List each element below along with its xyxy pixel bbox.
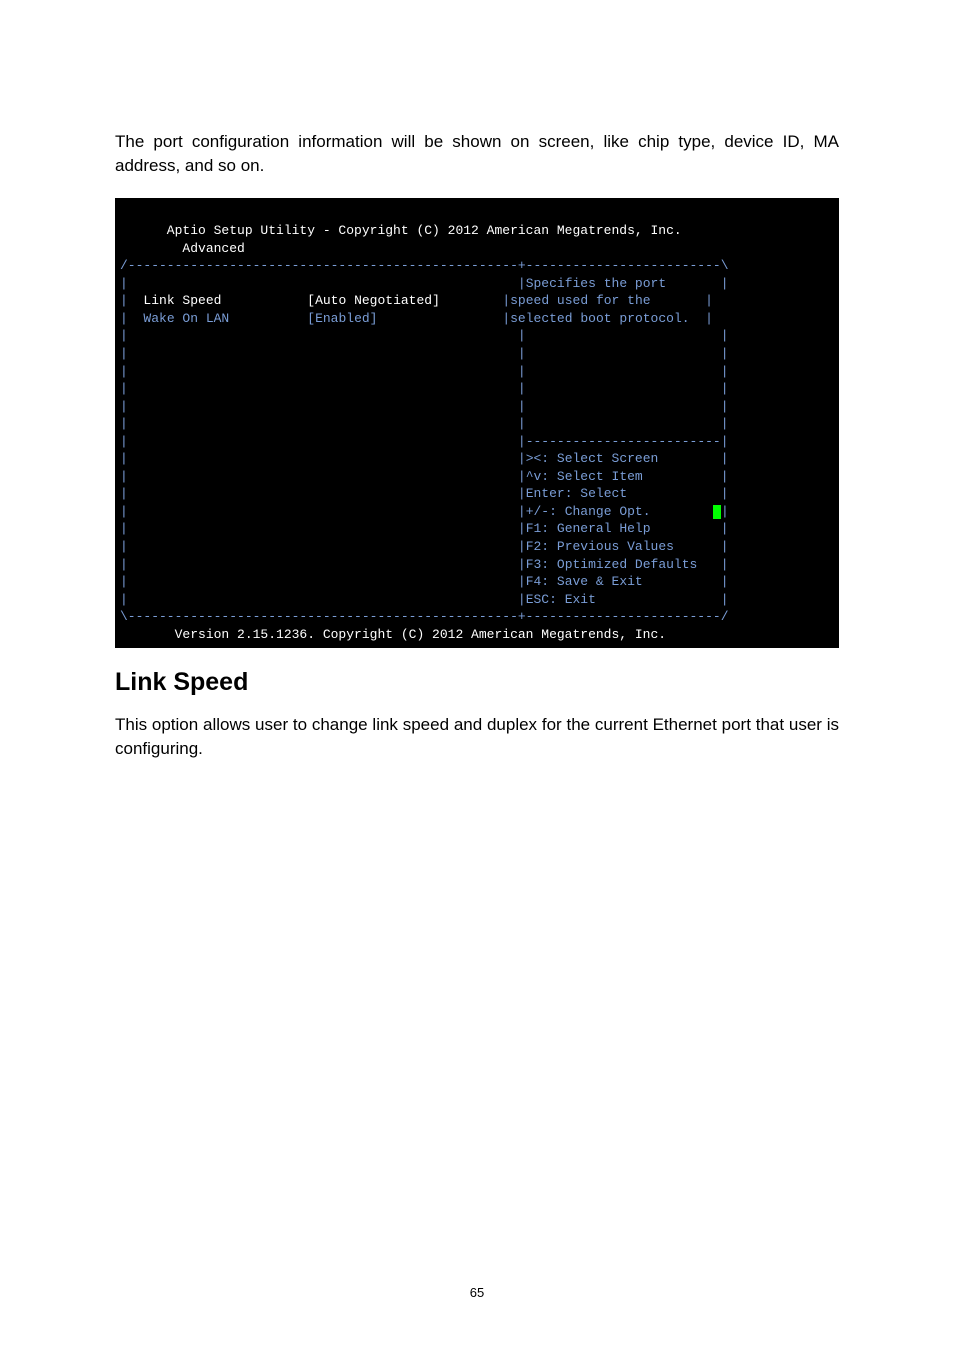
intro-paragraph: The port configuration information will … <box>115 130 839 178</box>
bios-key-0: ><: Select Screen <box>526 451 659 466</box>
bios-tab-advanced: Advanced <box>120 241 245 256</box>
bios-key-1: ^v: Select Item <box>526 469 643 484</box>
bios-key-7: F4: Save & Exit <box>526 574 643 589</box>
bios-screenshot: Aptio Setup Utility - Copyright (C) 2012… <box>115 198 839 649</box>
cursor-block-icon <box>713 505 721 519</box>
bios-key-3: +/-: Change Opt. <box>526 504 651 519</box>
bios-key-4: F1: General Help <box>526 521 651 536</box>
bios-item-wol-label[interactable]: Wake On LAN <box>143 311 229 326</box>
bios-help-line1: Specifies the port <box>526 276 666 291</box>
section-title-link-speed: Link Speed <box>115 668 839 697</box>
bios-key-2: Enter: Select <box>526 486 627 501</box>
bios-header: Aptio Setup Utility - Copyright (C) 2012… <box>120 223 682 238</box>
bios-help-line3: selected boot protocol. <box>510 311 689 326</box>
section-body: This option allows user to change link s… <box>115 713 839 761</box>
bios-help-line2: speed used for the <box>510 293 650 308</box>
bios-footer: Version 2.15.1236. Copyright (C) 2012 Am… <box>120 627 666 642</box>
page-number: 65 <box>0 1285 954 1300</box>
bios-item-linkspeed-label[interactable]: Link Speed <box>143 293 221 308</box>
bios-key-8: ESC: Exit <box>526 592 596 607</box>
bios-key-6: F3: Optimized Defaults <box>526 557 698 572</box>
bios-key-5: F2: Previous Values <box>526 539 674 554</box>
bios-item-wol-value[interactable]: [Enabled] <box>307 311 377 326</box>
bios-item-linkspeed-value[interactable]: [Auto Negotiated] <box>307 293 440 308</box>
